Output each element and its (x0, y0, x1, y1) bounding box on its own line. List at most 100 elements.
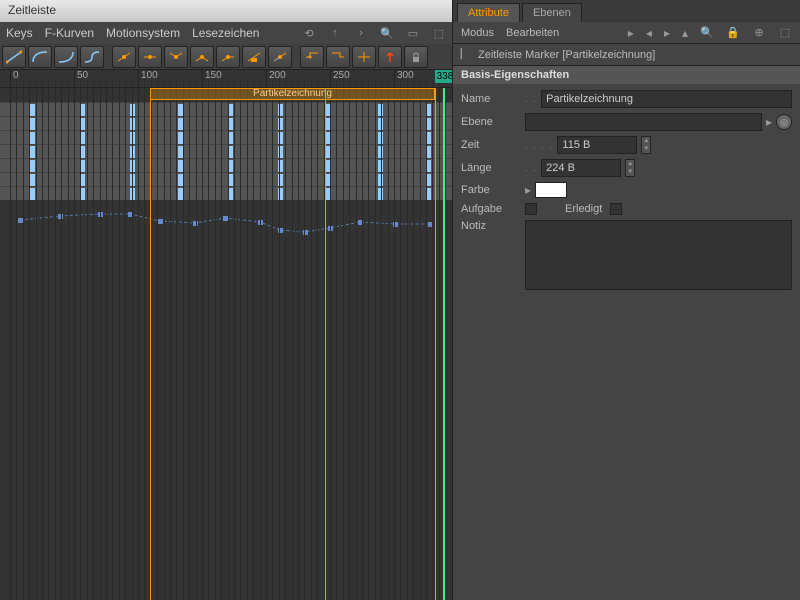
nav-play-icon[interactable]: ▸ (628, 26, 634, 40)
keyframe[interactable] (30, 132, 35, 144)
marker-icon: ⎸ (461, 48, 472, 61)
menu-modus[interactable]: Modus (461, 27, 494, 39)
marker-edge-line[interactable] (150, 88, 151, 600)
attr-dock-icon[interactable]: ⬚ (778, 26, 792, 40)
search-icon[interactable]: 🔍 (380, 26, 394, 40)
ruler-tick: 200 (266, 70, 286, 88)
ruler-tick: 0 (10, 70, 19, 88)
attr-menu-bar: Modus Bearbeiten ▸ ◂ ▸ ▴ 🔍 🔒 ⊕ ⬚ (453, 22, 800, 44)
checkbox-aufgabe[interactable] (525, 203, 537, 215)
marker-region[interactable]: Partikelzeichnung (150, 88, 435, 100)
keyframe[interactable] (228, 132, 233, 144)
spinner-laenge[interactable]: ▲▼ (625, 159, 635, 177)
menu-keys[interactable]: Keys (6, 26, 33, 40)
timeline-menu-bar: Keys F-Kurven Motionsystem Lesezeichen ⟲… (0, 22, 452, 44)
keyframe[interactable] (30, 146, 35, 158)
tool-ease-out[interactable] (54, 46, 78, 68)
tab-bar: Attribute Ebenen (453, 0, 800, 22)
attr-lock-icon[interactable]: 🔒 (726, 26, 740, 40)
label-erledigt: Erledigt (565, 203, 602, 215)
playhead-label[interactable]: 338 (435, 70, 452, 83)
tool-tangent-7[interactable] (268, 46, 292, 68)
tool-tangent-1[interactable] (112, 46, 136, 68)
attr-object-name: Zeitleiste Marker [Partikelzeichnung] (478, 49, 655, 61)
color-swatch[interactable] (535, 182, 567, 198)
tool-ease[interactable] (80, 46, 104, 68)
tab-ebenen[interactable]: Ebenen (522, 3, 582, 22)
keyframe[interactable] (30, 104, 35, 116)
ruler-tick: 100 (138, 70, 158, 88)
keyframe[interactable] (30, 118, 35, 130)
keyframe[interactable] (30, 188, 35, 200)
curve-keyframe[interactable] (158, 219, 163, 224)
label-name: Name (461, 93, 521, 105)
input-zeit[interactable] (557, 136, 637, 154)
keyframe[interactable] (228, 118, 233, 130)
tool-tangent-5[interactable] (216, 46, 240, 68)
label-laenge: Länge (461, 162, 521, 174)
keyframe[interactable] (228, 188, 233, 200)
tool-linear[interactable] (2, 46, 26, 68)
tool-ease-in[interactable] (28, 46, 52, 68)
input-laenge[interactable] (541, 159, 621, 177)
tab-attribute[interactable]: Attribute (457, 3, 520, 22)
checkbox-erledigt[interactable] (610, 203, 622, 215)
dock-icon[interactable]: ▭ (406, 26, 420, 40)
nav-back-icon[interactable]: ◂ (646, 26, 652, 40)
section-basic-props[interactable]: Basis-Eigenschaften (453, 66, 800, 84)
ruler-tick: 250 (330, 70, 350, 88)
input-ebene[interactable] (525, 113, 762, 131)
ruler-tick: 150 (202, 70, 222, 88)
timeline-panel: Zeitleiste Keys F-Kurven Motionsystem Le… (0, 0, 452, 600)
refresh-icon[interactable]: ⟲ (302, 26, 316, 40)
keyframe[interactable] (228, 160, 233, 172)
right-icon[interactable]: › (354, 26, 368, 40)
tool-snap-2[interactable] (326, 46, 350, 68)
label-ebene: Ebene (461, 116, 521, 128)
timeline-area[interactable]: Partikelzeichnung (0, 88, 452, 600)
attr-new-icon[interactable]: ⊕ (752, 26, 766, 40)
tool-tangent-2[interactable] (138, 46, 162, 68)
tool-snap-3[interactable] (352, 46, 376, 68)
properties: Name. . Ebene ▸ ◎ Zeit. . . . ▲▼ Länge. … (453, 84, 800, 296)
attr-search-icon[interactable]: 🔍 (700, 26, 714, 40)
keyframe[interactable] (228, 146, 233, 158)
ebene-target-icon[interactable]: ◎ (776, 114, 792, 130)
tool-tangent-6[interactable] (242, 46, 266, 68)
nav-fwd-icon[interactable]: ▸ (664, 26, 670, 40)
menu-motion[interactable]: Motionsystem (106, 26, 180, 40)
marker-cursor-line[interactable] (325, 88, 326, 600)
label-aufgabe: Aufgabe (461, 203, 521, 215)
ebene-picker-icon[interactable]: ▸ (766, 115, 772, 129)
keyframe[interactable] (30, 160, 35, 172)
up-icon[interactable]: ↑ (328, 26, 342, 40)
menu-bookmarks[interactable]: Lesezeichen (192, 26, 259, 40)
attr-object-header: ⎸ Zeitleiste Marker [Partikelzeichnung] (453, 44, 800, 66)
marker-edge-line[interactable] (435, 88, 436, 600)
tool-snap-1[interactable] (300, 46, 324, 68)
toolbar (0, 44, 452, 70)
tool-arrow-up[interactable] (378, 46, 402, 68)
label-notiz: Notiz (461, 220, 521, 232)
tool-tangent-4[interactable] (190, 46, 214, 68)
spinner-zeit[interactable]: ▲▼ (641, 136, 651, 154)
menu-bearbeiten[interactable]: Bearbeiten (506, 27, 559, 39)
label-farbe: Farbe (461, 184, 521, 196)
timeline-ruler[interactable]: 050100150200250300338 (0, 70, 452, 88)
keyframe[interactable] (228, 104, 233, 116)
farbe-picker-icon[interactable]: ▸ (525, 183, 531, 197)
maximize-icon[interactable]: ⬚ (432, 26, 446, 40)
input-name[interactable] (541, 90, 792, 108)
tool-tangent-3[interactable] (164, 46, 188, 68)
label-zeit: Zeit (461, 139, 521, 151)
keyframe[interactable] (30, 174, 35, 186)
attribute-panel: Attribute Ebenen Modus Bearbeiten ▸ ◂ ▸ … (452, 0, 800, 600)
window-title: Zeitleiste (0, 0, 452, 22)
playhead-line[interactable] (443, 88, 445, 600)
nav-up-icon[interactable]: ▴ (682, 26, 688, 40)
ruler-tick: 300 (394, 70, 414, 88)
tool-lock[interactable] (404, 46, 428, 68)
keyframe[interactable] (228, 174, 233, 186)
menu-fcurves[interactable]: F-Kurven (45, 26, 94, 40)
textarea-notiz[interactable] (525, 220, 792, 290)
